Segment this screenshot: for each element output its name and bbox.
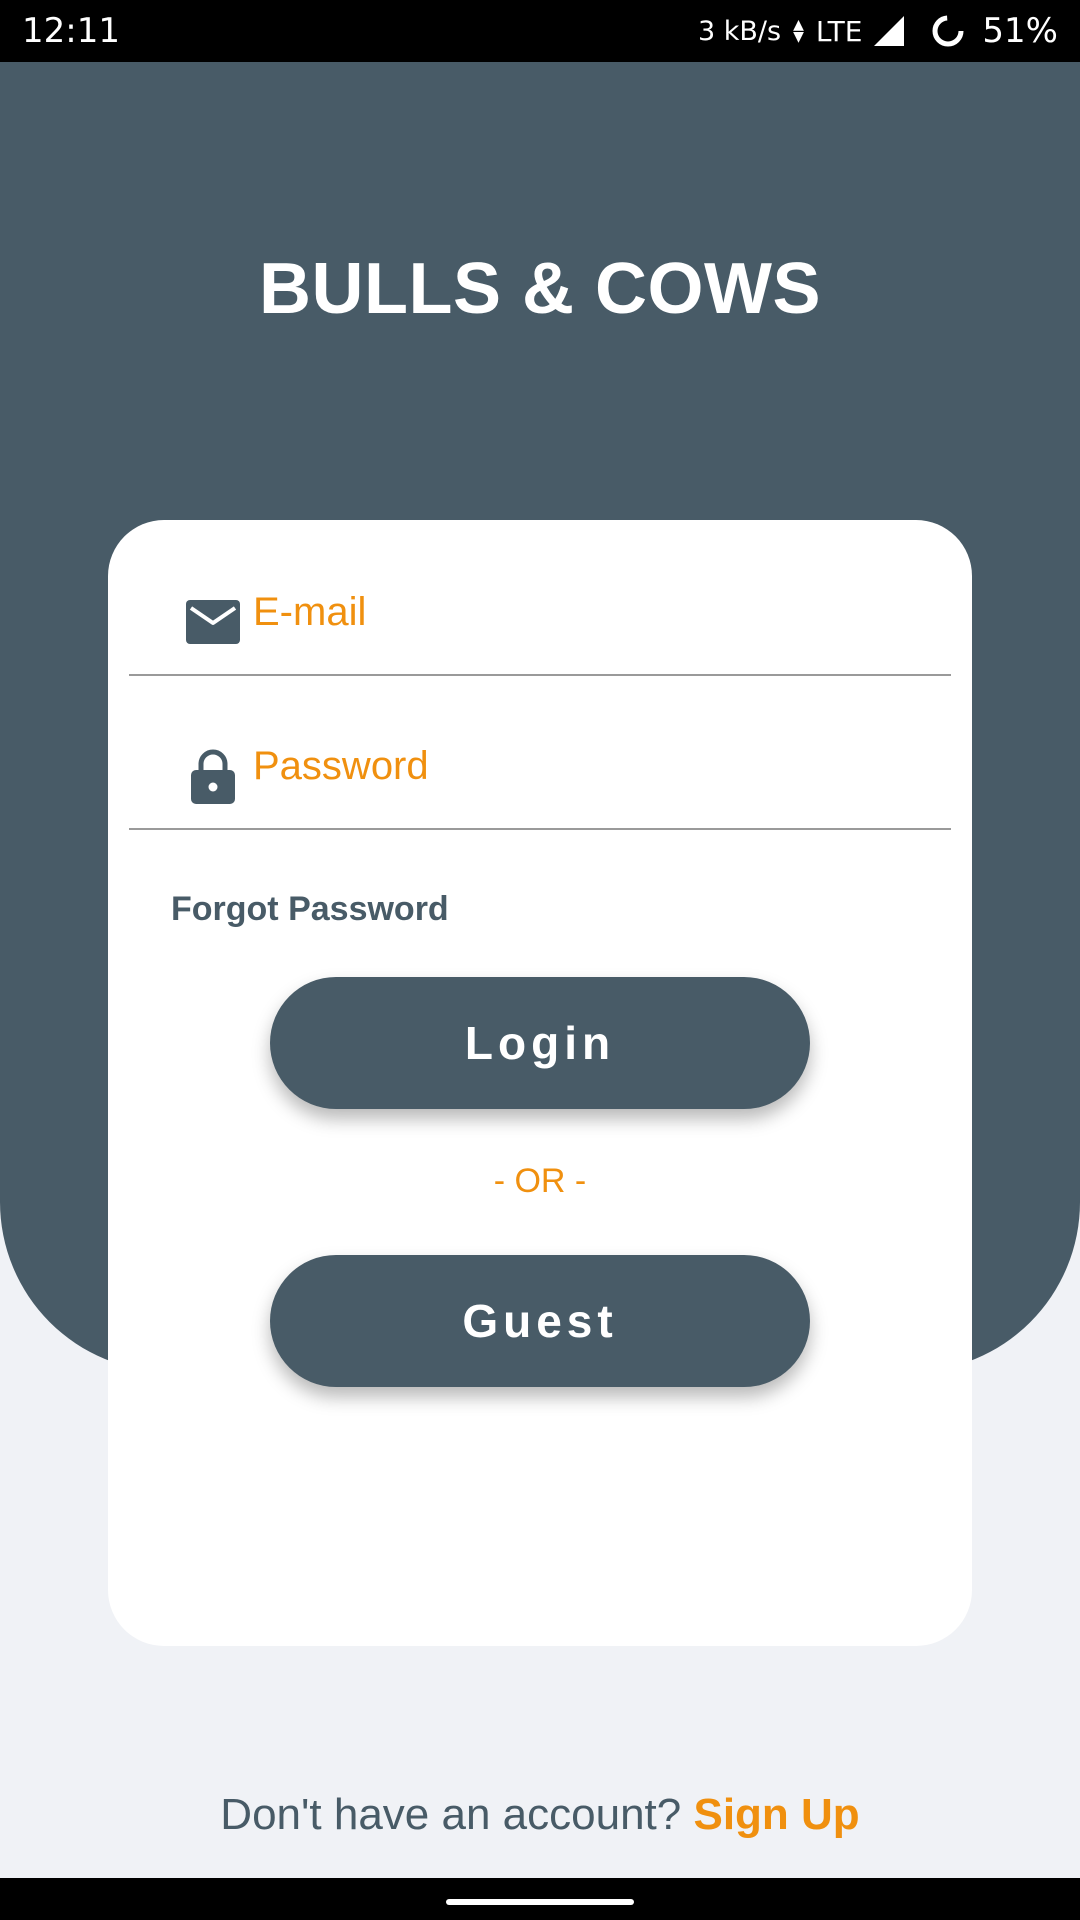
guest-button[interactable]: Guest [270,1255,810,1387]
home-handle[interactable] [446,1899,634,1905]
signup-link[interactable]: Sign Up [693,1790,859,1839]
signup-prompt: Don't have an account? Sign Up [0,1790,1080,1840]
login-card: Forgot Password Login - OR - Guest [108,520,972,1646]
network-type: LTE [815,14,863,48]
login-button[interactable]: Login [270,977,810,1109]
lock-icon [185,748,241,804]
navigation-bar [0,1878,1080,1920]
email-field-row [129,520,951,676]
signup-prompt-text: Don't have an account? [220,1790,682,1839]
battery-percent: 51% [982,11,1058,51]
status-indicators: 3 kB/s ▲ ▼ LTE 51% [698,11,1058,51]
signal-icon [874,16,905,46]
forgot-password-link[interactable]: Forgot Password [171,890,449,929]
password-field-row [129,674,951,830]
status-bar: 12:11 3 kB/s ▲ ▼ LTE 51% [0,0,1080,62]
or-divider: - OR - [493,1162,587,1200]
email-input[interactable] [253,582,913,642]
mail-icon [185,594,241,650]
status-time: 12:11 [22,11,120,51]
data-activity-icon: ▲ ▼ [793,17,804,45]
app-title: BULLS & COWS [259,249,821,329]
network-speed: 3 kB/s [698,15,782,47]
battery-saver-icon [932,15,964,47]
password-input[interactable] [253,736,913,796]
